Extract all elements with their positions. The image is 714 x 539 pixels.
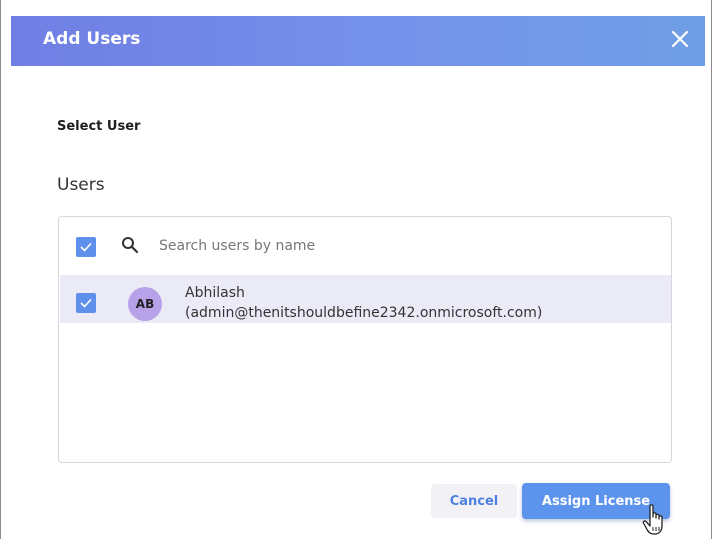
dialog-title: Add Users — [43, 29, 141, 49]
user-list-item[interactable]: AB Abhilash (admin@thenitshouldbefine234… — [60, 275, 671, 323]
search-icon — [122, 237, 139, 254]
cancel-button[interactable]: Cancel — [431, 484, 517, 518]
check-icon — [80, 298, 92, 308]
add-users-dialog: Add Users Select User Users Search users… — [0, 0, 712, 539]
dialog-header: Add Users — [11, 16, 705, 66]
user-checkbox[interactable] — [76, 293, 96, 313]
select-user-label: Select User — [57, 119, 141, 134]
avatar: AB — [128, 287, 162, 321]
close-icon — [671, 30, 689, 48]
search-row — [59, 217, 671, 274]
close-button[interactable] — [669, 28, 691, 50]
search-input[interactable] — [159, 235, 639, 257]
select-all-checkbox[interactable] — [76, 237, 96, 257]
check-icon — [80, 242, 92, 252]
assign-license-button[interactable]: Assign License — [522, 483, 670, 519]
user-email: (admin@thenitshouldbefine2342.onmicrosof… — [185, 305, 543, 321]
users-section-label: Users — [57, 175, 105, 195]
user-name: Abhilash — [185, 285, 245, 301]
users-listbox: AB Abhilash (admin@thenitshouldbefine234… — [58, 216, 672, 463]
